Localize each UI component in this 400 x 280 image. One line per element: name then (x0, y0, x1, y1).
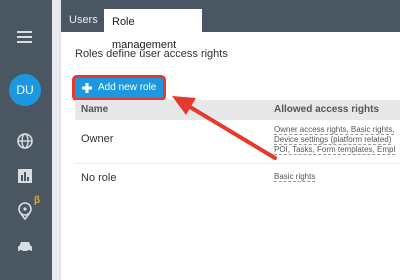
tab-role-management[interactable]: Role management (104, 9, 202, 51)
add-new-role-button[interactable]: Add new role (75, 78, 163, 98)
add-new-role-label: Add new role (98, 82, 157, 93)
table-row[interactable]: Owner Owner access rights, Basic rights,… (75, 121, 400, 164)
access-rights-line[interactable]: POI, Tasks, Form templates, Empl (274, 145, 396, 155)
plus-icon (82, 83, 92, 93)
car-icon[interactable] (15, 236, 35, 256)
column-header-access-rights[interactable]: Allowed access rights (274, 104, 379, 115)
page-description: Roles define user access rights (75, 48, 228, 60)
globe-icon[interactable] (15, 131, 35, 151)
role-name: No role (81, 172, 117, 184)
access-rights-line[interactable]: Device settings (platform related) (274, 135, 392, 145)
bar-chart-icon[interactable] (15, 166, 35, 186)
main-panel: Users Role management Roles define user … (61, 0, 400, 280)
hamburger-menu-icon[interactable] (15, 26, 35, 46)
avatar[interactable]: DU (9, 74, 41, 106)
beta-badge: β (34, 195, 41, 206)
access-rights-list: Owner access rights, Basic rights, Devic… (274, 125, 396, 155)
access-rights-line[interactable]: Owner access rights, Basic rights, (274, 125, 395, 135)
access-rights-line[interactable]: Basic rights (274, 172, 316, 182)
column-header-name[interactable]: Name (81, 104, 108, 115)
table-row[interactable]: No role Basic rights (75, 164, 400, 194)
role-name: Owner (81, 133, 114, 145)
sidebar: DU β (0, 0, 52, 280)
avatar-initials: DU (16, 83, 34, 97)
tab-bar: Users Role management (61, 0, 400, 51)
map-pin-icon[interactable] (15, 200, 35, 220)
access-rights-list: Basic rights (274, 172, 316, 182)
tab-users[interactable]: Users (61, 9, 106, 32)
table-header: Name Allowed access rights (75, 100, 400, 120)
